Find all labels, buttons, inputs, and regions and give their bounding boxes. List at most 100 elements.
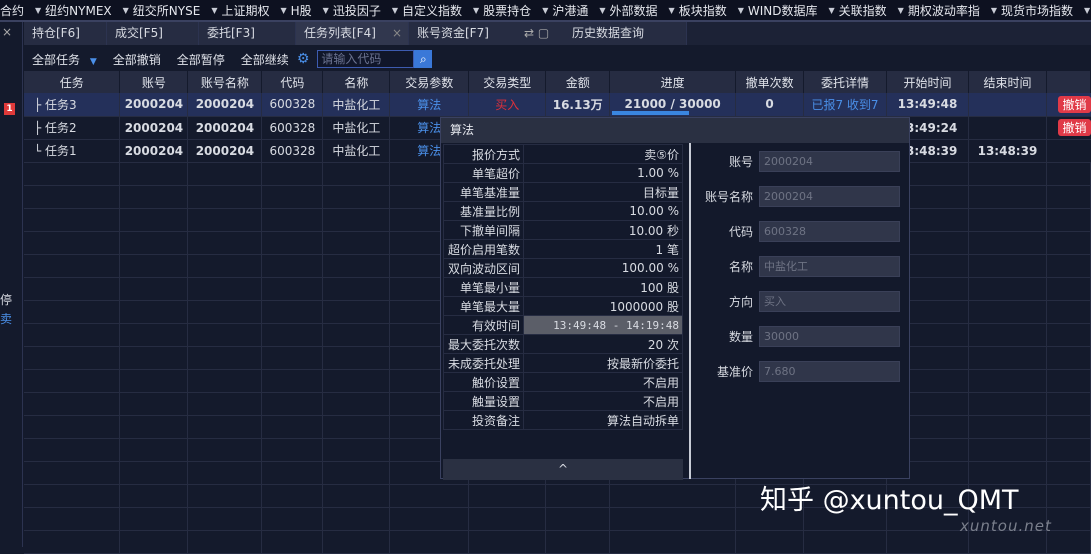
- menu-item[interactable]: ▼ 期权波动率指: [898, 2, 980, 19]
- watermark-text: 知乎 @xuntou_QMT: [760, 485, 1019, 516]
- tab-task-list[interactable]: 任务列表[F4] ×: [296, 22, 409, 45]
- tab-account-funds[interactable]: 账号资金[F7]: [409, 22, 516, 45]
- form-field: 2000204: [759, 186, 900, 207]
- chevron-down-icon: ▼: [897, 5, 904, 15]
- cancel-button[interactable]: 撤销: [1058, 95, 1091, 113]
- column-header[interactable]: 结束时间: [968, 71, 1047, 93]
- empty-cell: [468, 484, 547, 508]
- form-field: 2000204: [759, 151, 900, 172]
- cell-text: 2000204: [195, 143, 255, 158]
- empty-cell: [119, 277, 189, 301]
- param-value: 10.00 秒: [523, 220, 683, 240]
- search-icon[interactable]: ⌕: [414, 50, 433, 68]
- menu-item[interactable]: ▼过期: [1084, 2, 1091, 19]
- tab-positions[interactable]: 持仓[F6]: [24, 22, 107, 45]
- column-header[interactable]: 账号: [119, 71, 189, 93]
- menu-item-label: 纽约NYMEX: [45, 3, 112, 18]
- cell-params[interactable]: 算法: [389, 93, 470, 117]
- collapse-button[interactable]: ^: [443, 459, 683, 480]
- empty-cell: [322, 415, 391, 439]
- menu-item[interactable]: ▼ 板块指数: [669, 2, 727, 19]
- menu-item-label: 纽交所NYSE: [132, 3, 201, 18]
- empty-cell: [187, 530, 263, 554]
- menu-item[interactable]: ▼ 自定义指数: [392, 2, 462, 19]
- cell-detail[interactable]: 已报7 收到7: [803, 93, 887, 117]
- menu-item[interactable]: ▼ WIND数据库: [738, 2, 818, 19]
- empty-cell: [187, 415, 263, 439]
- cancel-all-button[interactable]: 全部撤销: [113, 51, 161, 68]
- form-field: 600328: [759, 221, 900, 242]
- empty-cell: [261, 392, 324, 416]
- param-value: 1 笔: [523, 239, 683, 259]
- stop-button[interactable]: 停: [0, 291, 12, 308]
- param-value: 100.00 %: [523, 258, 683, 278]
- column-header[interactable]: 账号名称: [187, 71, 263, 93]
- menu-item[interactable]: ▼ 现货市场指数: [991, 2, 1073, 19]
- column-header[interactable]: 代码: [261, 71, 324, 93]
- empty-cell: [1046, 162, 1091, 186]
- menu-item-label: 自定义指数: [402, 3, 463, 18]
- tab-history-query[interactable]: 历史数据查询: [564, 22, 687, 45]
- param-row: 单笔超价 1.00 %: [443, 163, 683, 183]
- empty-cell: [187, 369, 263, 393]
- column-header[interactable]: 委托详情: [803, 71, 887, 93]
- param-value: 10.00 %: [523, 201, 683, 221]
- menu-item[interactable]: ▼ 外部数据: [599, 2, 657, 19]
- resume-all-button[interactable]: 全部继续: [241, 51, 289, 68]
- param-value: 不启用: [523, 391, 683, 411]
- column-header[interactable]: 交易参数: [389, 71, 470, 93]
- chevron-down-icon: ▼: [211, 5, 218, 15]
- cell-text: 600328: [269, 120, 316, 135]
- menu-item[interactable]: ▼ 迅投因子: [323, 2, 381, 19]
- empty-cell: [322, 392, 391, 416]
- cancel-button[interactable]: 撤销: [1058, 119, 1091, 136]
- empty-cell: [261, 277, 324, 301]
- menu-item[interactable]: ▼ H股: [280, 2, 311, 19]
- empty-cell: [968, 277, 1047, 301]
- tab-orders[interactable]: 委托[F3]: [199, 22, 296, 45]
- param-value: 1.00 %: [523, 163, 683, 183]
- column-header[interactable]: 任务: [24, 71, 121, 93]
- swap-icon[interactable]: ⇄ ▢: [516, 22, 564, 45]
- empty-cell: [261, 162, 324, 186]
- tab-trades[interactable]: 成交[F5]: [107, 22, 199, 45]
- column-header[interactable]: 金额: [545, 71, 611, 93]
- chevron-down-icon: ▼: [1084, 5, 1091, 15]
- param-value: 目标量: [523, 182, 683, 202]
- column-header[interactable]: 开始时间: [886, 71, 969, 93]
- column-header[interactable]: 进度: [609, 71, 737, 93]
- sell-button[interactable]: 卖: [0, 310, 12, 327]
- empty-cell: [119, 185, 189, 209]
- form-field: 30000: [759, 326, 900, 347]
- column-header[interactable]: 交易类型: [468, 71, 547, 93]
- table-row[interactable]: ├ 任务3 2000204 2000204 600328 中盐化工 算法 买入 16.13万 2…: [24, 93, 1091, 117]
- cell-text: 中盐化工: [332, 121, 381, 135]
- empty-cell: [322, 507, 391, 531]
- column-header[interactable]: 名称: [322, 71, 391, 93]
- menu-item[interactable]: ▼ 沪港通: [542, 2, 588, 19]
- empty-cell: [261, 346, 324, 370]
- menu-item-label: 关联指数: [838, 3, 887, 18]
- menu-item[interactable]: ▼ 纽约NYMEX: [35, 2, 112, 19]
- pause-all-button[interactable]: 全部暂停: [177, 51, 225, 68]
- code-search-input[interactable]: 请输入代码: [317, 50, 415, 68]
- menu-item[interactable]: 合约: [0, 2, 24, 19]
- param-label: 触价设置: [443, 372, 524, 392]
- param-value: 按最新价委托: [523, 353, 683, 373]
- empty-cell: [261, 300, 324, 324]
- param-label: 双向波动区间: [443, 258, 524, 278]
- gear-icon[interactable]: ⚙: [297, 51, 310, 67]
- empty-cell: [261, 208, 324, 232]
- empty-cell: [261, 323, 324, 347]
- close-icon[interactable]: ×: [2, 25, 12, 39]
- column-header[interactable]: [1046, 71, 1091, 93]
- menu-item[interactable]: ▼ 纽交所NYSE: [123, 2, 201, 19]
- chevron-down-icon: ▼: [35, 5, 42, 15]
- close-icon[interactable]: ×: [392, 22, 402, 45]
- empty-cell: [968, 254, 1047, 278]
- task-filter-dropdown[interactable]: 全部任务 ▼: [32, 51, 97, 68]
- menu-item[interactable]: ▼ 关联指数: [828, 2, 886, 19]
- column-header[interactable]: 撤单次数: [735, 71, 805, 93]
- menu-item[interactable]: ▼ 股票持仓: [473, 2, 531, 19]
- menu-item[interactable]: ▼ 上证期权: [211, 2, 269, 19]
